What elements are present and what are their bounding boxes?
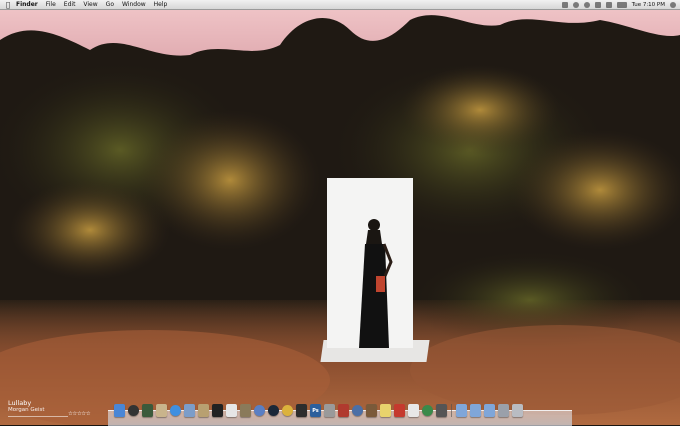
apple-icon[interactable]:  <box>0 1 12 9</box>
pen-icon[interactable] <box>324 404 335 417</box>
dock: Ps <box>108 402 572 426</box>
steam-icon[interactable] <box>268 405 279 416</box>
safari-icon[interactable] <box>170 405 181 416</box>
menu-window[interactable]: Window <box>118 0 150 9</box>
contacts-icon[interactable] <box>240 404 251 417</box>
textedit-icon[interactable] <box>408 404 419 417</box>
menu-file[interactable]: File <box>42 0 60 9</box>
clock[interactable]: Tue 7:10 PM <box>632 2 665 8</box>
calendar-icon[interactable] <box>226 404 237 417</box>
itunes-icon[interactable] <box>254 405 265 416</box>
desktop[interactable] <box>0 0 680 425</box>
network-icon[interactable] <box>352 405 363 416</box>
sync-icon[interactable] <box>583 1 590 8</box>
photoshop-icon[interactable]: Ps <box>310 404 321 417</box>
sticky-icon[interactable] <box>380 404 391 417</box>
blackberry-icon[interactable] <box>212 404 223 417</box>
applications-folder-icon[interactable] <box>456 404 467 417</box>
volume-icon[interactable] <box>594 1 601 8</box>
track-title: Lullaby <box>8 399 32 407</box>
chrome-icon[interactable] <box>282 405 293 416</box>
battery-icon[interactable] <box>616 1 627 8</box>
rating-stars[interactable]: ☆☆☆☆☆ <box>68 411 91 417</box>
brush-icon[interactable] <box>366 404 377 417</box>
globe-icon[interactable] <box>422 405 433 416</box>
filezilla-icon[interactable] <box>338 404 349 417</box>
wifi-icon[interactable] <box>605 1 612 8</box>
menu-help[interactable]: Help <box>150 0 172 9</box>
dashboard-icon[interactable] <box>128 405 139 416</box>
now-playing-widget: Lullaby Morgan Geist ☆☆☆☆☆ <box>8 399 98 421</box>
finder-icon[interactable] <box>114 404 125 417</box>
progress-bar <box>8 416 68 417</box>
menu-go[interactable]: Go <box>102 0 118 9</box>
time-machine-icon[interactable] <box>572 1 579 8</box>
camera-icon[interactable] <box>296 404 307 417</box>
drive-icon[interactable] <box>498 404 509 417</box>
trash-icon[interactable] <box>512 404 523 417</box>
notes-icon[interactable] <box>198 404 209 417</box>
menu-view[interactable]: View <box>79 0 101 9</box>
preview-icon[interactable] <box>156 404 167 417</box>
mail-icon[interactable] <box>184 404 195 417</box>
photo-icon[interactable] <box>142 404 153 417</box>
downloads-folder-icon[interactable] <box>484 404 495 417</box>
menu-finder[interactable]: Finder <box>12 0 42 9</box>
photo-backdrop <box>327 178 413 348</box>
spotlight-icon[interactable] <box>670 1 676 8</box>
documents-folder-icon[interactable] <box>470 404 481 417</box>
dock-icons: Ps <box>114 404 523 417</box>
flash-icon[interactable] <box>394 404 405 417</box>
menu-edit[interactable]: Edit <box>60 0 80 9</box>
menu-extras: Tue 7:10 PM <box>561 0 676 9</box>
menu-bar:  Finder File Edit View Go Window Help T… <box>0 0 680 10</box>
activity-icon[interactable] <box>436 404 447 417</box>
bluetooth-icon[interactable] <box>561 1 568 8</box>
woman-figure <box>359 219 393 348</box>
dock-separator <box>451 404 452 417</box>
